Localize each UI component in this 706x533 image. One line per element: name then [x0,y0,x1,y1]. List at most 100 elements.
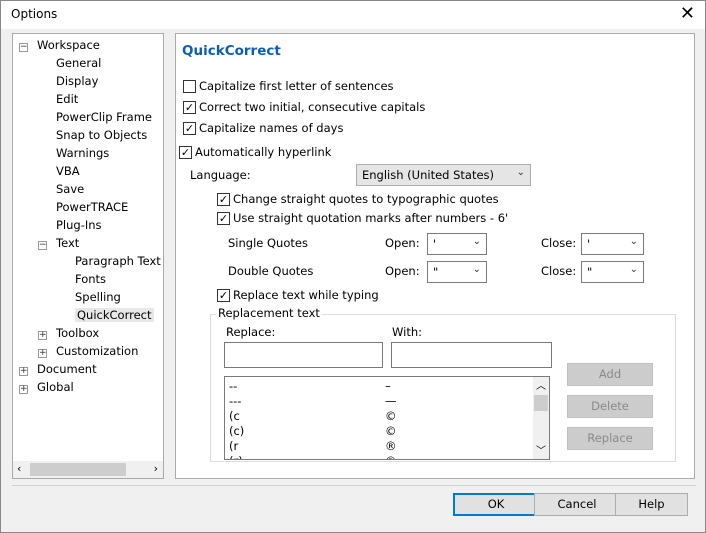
delete-button[interactable]: Delete [567,395,653,418]
tree-item[interactable]: Paragraph Text F [75,254,163,268]
single-open-label: Open: [385,236,420,250]
single-open-dropdown[interactable]: ' ⌄ [427,233,487,255]
chevron-down-icon[interactable]: ﹀ [536,442,546,457]
value: ' [587,237,591,251]
list-item[interactable]: (r) ® [229,454,529,459]
chevron-down-icon: ⌄ [629,264,638,275]
cancel-button[interactable]: Cancel [534,493,620,516]
list-item[interactable]: -- – [229,379,529,393]
double-open-dropdown[interactable]: " ⌄ [427,261,487,283]
tree-item[interactable]: VBA [56,164,80,178]
two-capitals-checkbox[interactable]: ✓ Correct two initial, consecutive capita… [183,100,425,114]
tree-item[interactable]: Customization [56,344,138,358]
tree-item[interactable]: Global [37,380,74,394]
typographic-quotes-checkbox[interactable]: ✓ Change straight quotes to typographic q… [217,192,499,206]
checkbox-label: Replace text while typing [233,288,379,302]
collapse-icon[interactable]: − [19,43,28,52]
checkbox-label: Change straight quotes to typographic qu… [233,192,499,206]
hyperlink-checkbox[interactable]: ✓ Automatically hyperlink [179,145,331,159]
scroll-left-icon[interactable]: ‹ [17,462,21,475]
tree-horizontal-scrollbar[interactable]: ‹ › [13,461,163,478]
help-button[interactable]: Help [615,493,688,516]
tree-item[interactable]: Snap to Objects [56,128,147,142]
tree-item[interactable]: Fonts [75,272,106,286]
checkbox[interactable]: ✓ [183,121,196,135]
title-bar: Options ✕ [1,1,705,29]
replace-cell: --- [229,394,242,408]
double-close-label: Close: [541,264,577,278]
replace-typing-checkbox[interactable]: ✓ Replace text while typing [217,288,379,302]
checkbox[interactable] [183,79,196,93]
with-cell: © [385,424,397,438]
tree-item[interactable]: General [56,56,101,70]
tree-item[interactable]: Warnings [56,146,109,160]
chevron-up-icon[interactable]: ︿ [536,377,546,392]
tree-item[interactable]: Save [56,182,84,196]
expand-icon[interactable]: + [19,385,28,394]
with-cell: © [385,409,397,423]
value: " [587,265,593,279]
tree-item[interactable]: Plug-Ins [56,218,102,232]
list-item[interactable]: (c © [229,409,529,423]
window-title: Options [11,7,58,21]
tree-item[interactable]: PowerClip Frame [56,110,152,124]
checkbox-label: Capitalize names of days [199,121,344,135]
single-close-label: Close: [541,236,577,250]
double-open-label: Open: [385,264,420,278]
scroll-right-icon[interactable]: › [154,462,158,475]
replacement-list[interactable]: ︿ ﹀ -- – --- — (c © (c) © (r ® (r) ® [224,376,550,460]
tree-item[interactable]: Document [37,362,97,376]
tree-item[interactable]: PowerTRACE [56,200,128,214]
divider [12,485,696,486]
expand-icon[interactable]: + [38,349,47,358]
single-close-dropdown[interactable]: ' ⌄ [581,233,644,255]
chevron-down-icon: ⌄ [629,236,638,247]
add-button[interactable]: Add [567,363,653,386]
tree-item[interactable]: Workspace [37,38,100,52]
checkbox[interactable]: ✓ [217,192,230,206]
capitalize-days-checkbox[interactable]: ✓ Capitalize names of days [183,121,343,135]
chevron-down-icon: ⌄ [472,236,481,247]
language-dropdown[interactable]: English (United States) ⌄ [356,164,531,186]
tree-item[interactable]: QuickCorrect [75,308,154,322]
options-dialog: Options ✕ ‹ › − Workspace General Display Ed… [0,0,706,533]
replace-cell: (c) [229,424,245,438]
page-title: QuickCorrect [182,43,281,59]
capitalize-first-checkbox[interactable]: Capitalize first letter of sentences [183,79,394,93]
double-close-dropdown[interactable]: " ⌄ [581,261,644,283]
tree-item[interactable]: Toolbox [56,326,99,340]
language-label: Language: [190,168,251,182]
ok-button[interactable]: OK [453,493,539,516]
with-cell: ® [385,439,397,453]
checkbox-label: Correct two initial, consecutive capital… [199,100,426,114]
tree-item[interactable]: Edit [56,92,78,106]
list-item[interactable]: (c) © [229,424,529,438]
double-quotes-label: Double Quotes [228,264,314,278]
replace-button[interactable]: Replace [567,427,653,450]
list-item[interactable]: (r ® [229,439,529,453]
close-icon[interactable]: ✕ [680,3,695,24]
straight-numbers-checkbox[interactable]: ✓ Use straight quotation marks after numb… [217,211,508,225]
expand-icon[interactable]: + [38,331,47,340]
with-input[interactable] [391,342,552,368]
replace-cell: (r [229,439,239,453]
checkbox[interactable]: ✓ [179,145,192,159]
replace-input[interactable] [224,342,383,368]
expand-icon[interactable]: + [19,367,28,376]
checkbox[interactable]: ✓ [217,211,230,225]
chevron-down-icon: ⌄ [516,167,525,178]
with-cell: – [385,379,391,393]
list-item[interactable]: --- — [229,394,529,408]
list-vertical-scrollbar[interactable]: ︿ ﹀ [533,377,549,459]
tree-item[interactable]: Text [56,236,79,250]
scroll-thumb[interactable] [534,395,548,411]
replace-label: Replace: [226,325,276,339]
tree-item[interactable]: Spelling [75,290,121,304]
tree-item[interactable]: Display [56,74,98,88]
checkbox[interactable]: ✓ [217,288,230,302]
language-value: English (United States) [362,168,495,182]
checkbox-label: Use straight quotation marks after numbe… [233,211,509,225]
checkbox[interactable]: ✓ [183,100,196,114]
collapse-icon[interactable]: − [38,241,47,250]
scroll-thumb[interactable] [30,463,126,476]
